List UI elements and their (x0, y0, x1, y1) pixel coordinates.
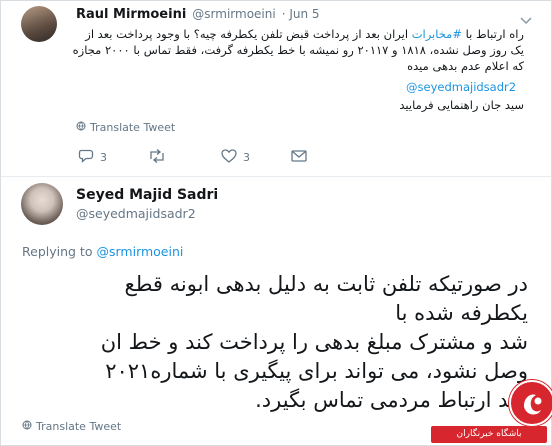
globe-icon (22, 420, 32, 433)
direct-message-button[interactable] (291, 150, 307, 165)
heart-icon (221, 149, 237, 166)
retweet-icon (148, 149, 166, 166)
watermark-label: باشگاه خبرنگاران (456, 429, 522, 439)
replying-label: Replying to (22, 244, 93, 259)
translate-label: Translate Tweet (36, 420, 122, 433)
tweet-text-prefix: راه ارتباط با (461, 27, 524, 41)
globe-icon (76, 121, 86, 134)
divider (1, 176, 551, 177)
translate-tweet-link[interactable]: Translate Tweet (76, 121, 175, 134)
watermark-banner: باشگاه خبرنگاران (431, 426, 547, 443)
hashtag-link[interactable]: #مخابرات (412, 27, 462, 41)
translate-label: Translate Tweet (90, 121, 176, 134)
like-button[interactable]: 3 (221, 149, 250, 166)
reply-line-2: یکطرفه شده با (395, 301, 528, 325)
reply-button[interactable]: 3 (78, 149, 107, 166)
author-handle[interactable]: @seyedmajidsadr2 (76, 206, 196, 221)
tweet-closing: سید جان راهنمایی فرمایید (399, 98, 524, 112)
reply-count: 3 (100, 151, 107, 164)
reply-line-3: شد و مشترک مبلغ بدهی را پرداخت کند و خط … (100, 330, 528, 354)
replying-to-link[interactable]: @srmirmoeini (96, 244, 183, 259)
avatar[interactable] (21, 6, 57, 42)
tweet-date[interactable]: · Jun 5 (282, 7, 320, 21)
replying-to: Replying to @srmirmoeini (22, 244, 183, 259)
watermark-logo: باشگاه خبرنگاران (425, 380, 552, 446)
mention-link[interactable]: @seyedmajidsadr2 (406, 80, 516, 94)
author-name[interactable]: Seyed Majid Sadri (76, 187, 218, 203)
like-count: 3 (243, 151, 250, 164)
reply-icon (78, 149, 94, 166)
translate-tweet-link[interactable]: Translate Tweet (22, 420, 121, 433)
author-name[interactable]: Raul Mirmoeini (76, 7, 186, 22)
reply-line-1: در صورتیکه تلفن ثابت به دلیل بدهی ابونه … (124, 272, 528, 296)
tweet-header: Raul Mirmoeini @srmirmoeini · Jun 5 (76, 7, 320, 22)
avatar[interactable] (21, 183, 63, 225)
author-handle[interactable]: @srmirmoeini (192, 7, 275, 21)
tweet-text: راه ارتباط با #مخابرات ایران بعد از پردا… (72, 26, 524, 74)
retweet-button[interactable] (148, 149, 166, 166)
envelope-icon (291, 150, 307, 165)
logo-circle-icon (509, 380, 552, 426)
